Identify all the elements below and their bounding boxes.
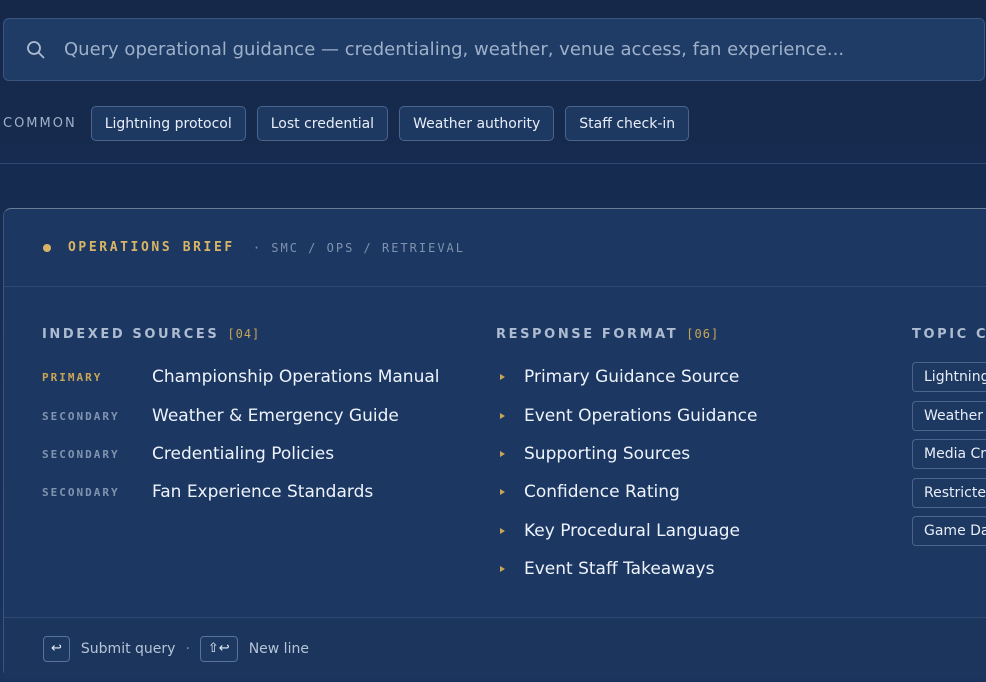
brief-header: OPERATIONS BRIEF · SMC / OPS / RETRIEVAL [4, 209, 986, 287]
topics-heading: TOPIC CO [912, 327, 986, 342]
format-item-label: Event Staff Takeaways [524, 559, 715, 579]
format-item: Event Operations Guidance [496, 406, 757, 426]
topic-chip-list: Lightning Weather A Media Cre Restricted… [912, 362, 986, 552]
shift-enter-key-icon: ⇧↩ [199, 635, 238, 662]
format-item-label: Confidence Rating [524, 482, 680, 502]
search-icon [27, 40, 45, 58]
topic-chip[interactable]: Weather A [912, 401, 986, 431]
indexed-sources: INDEXED SOURCES [04] PRIMARY Championship… [42, 327, 482, 502]
topic-chip[interactable]: Lightning [912, 362, 986, 392]
separator: · [185, 640, 190, 657]
format-item-label: Event Operations Guidance [524, 406, 758, 426]
format-item-label: Key Procedural Language [524, 521, 740, 541]
topic-chip[interactable]: Game Day [912, 516, 986, 546]
sources-heading: INDEXED SOURCES [04] [42, 327, 482, 342]
common-label: COMMON [3, 116, 77, 131]
format-item-label: Supporting Sources [524, 444, 691, 464]
topic-chip[interactable]: Media Cre [912, 439, 986, 469]
format-heading-label: RESPONSE FORMAT [496, 327, 679, 342]
format-item: Event Staff Takeaways [496, 559, 714, 579]
arrow-right-icon [500, 451, 505, 457]
status-dot-icon [43, 243, 51, 252]
chip-weather-authority[interactable]: Weather authority [399, 106, 555, 141]
arrow-right-icon [500, 374, 505, 380]
source-tier: SECONDARY [42, 485, 120, 499]
format-count: [06] [686, 327, 720, 341]
brief-title: OPERATIONS BRIEF [68, 240, 235, 255]
enter-key-icon: ↩ [43, 635, 70, 662]
chip-lightning-protocol[interactable]: Lightning protocol [90, 106, 246, 141]
response-format: RESPONSE FORMAT [06] Primary Guidance Sou… [496, 327, 896, 579]
brief-path: · SMC / OPS / RETRIEVAL [252, 240, 465, 255]
new-line-hint: New line [248, 640, 309, 657]
source-item[interactable]: SECONDARY Fan Experience Standards [42, 482, 373, 502]
format-item: Primary Guidance Source [496, 367, 739, 387]
source-name: Championship Operations Manual [152, 367, 440, 387]
source-tier: SECONDARY [42, 447, 120, 461]
arrow-right-icon [500, 528, 505, 534]
source-name: Fan Experience Standards [152, 482, 374, 502]
common-queries: COMMON Lightning protocol Lost credentia… [0, 106, 700, 141]
chip-staff-check-in[interactable]: Staff check-in [565, 106, 690, 141]
source-item[interactable]: SECONDARY Credentialing Policies [42, 444, 334, 464]
source-name: Weather & Emergency Guide [152, 406, 399, 426]
source-tier: SECONDARY [42, 409, 120, 423]
submit-query-hint: Submit query [80, 640, 176, 657]
format-item: Key Procedural Language [496, 521, 740, 541]
sources-heading-label: INDEXED SOURCES [42, 327, 220, 342]
operations-brief-panel: OPERATIONS BRIEF · SMC / OPS / RETRIEVAL… [3, 208, 986, 679]
format-item: Confidence Rating [496, 482, 680, 502]
source-tier: PRIMARY [42, 370, 103, 384]
chip-lost-credential[interactable]: Lost credential [256, 106, 389, 141]
divider [0, 163, 986, 164]
sources-count: [04] [227, 327, 261, 341]
arrow-right-icon [500, 566, 505, 572]
format-heading: RESPONSE FORMAT [06] [496, 327, 896, 342]
topic-chip[interactable]: Restricted [912, 478, 986, 508]
source-item[interactable]: PRIMARY Championship Operations Manual [42, 367, 440, 387]
format-item-label: Primary Guidance Source [524, 367, 740, 387]
search-bar[interactable]: Query operational guidance — credentiali… [3, 18, 985, 81]
source-name: Credentialing Policies [152, 444, 335, 464]
source-item[interactable]: SECONDARY Weather & Emergency Guide [42, 406, 399, 426]
arrow-right-icon [500, 489, 505, 495]
brief-footer: ↩ Submit query · ⇧↩ New line [4, 617, 986, 679]
arrow-right-icon [500, 413, 505, 419]
format-item: Supporting Sources [496, 444, 690, 464]
topic-coverage: TOPIC CO [912, 327, 986, 342]
search-input[interactable]: Query operational guidance — credentiali… [64, 39, 844, 60]
